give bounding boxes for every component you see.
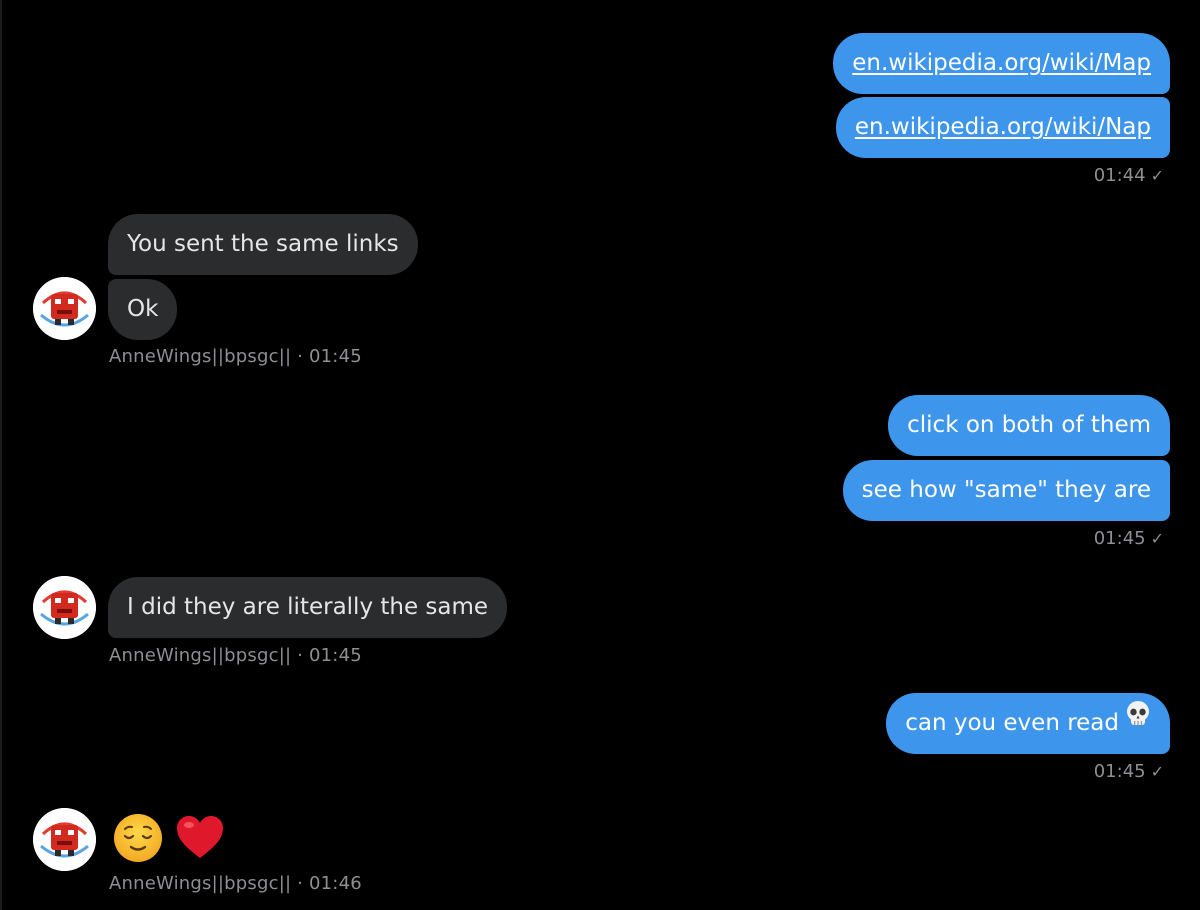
incoming-message-bubble[interactable]: Ok (108, 279, 178, 340)
message-text: click on both of them (907, 412, 1151, 438)
timestamp-text: 01:45 (1093, 528, 1146, 549)
timestamp-text: 01:44 (1093, 165, 1146, 186)
sent-check-icon: ✓ (1150, 166, 1164, 185)
avatar[interactable] (33, 576, 96, 639)
timestamp-text: 01:45 (1093, 761, 1146, 782)
message-timestamp: 01:45 ✓ (1094, 528, 1164, 549)
outgoing-message-bubble[interactable]: see how "same" they are (842, 460, 1170, 521)
message-text: I did they are literally the same (127, 594, 489, 620)
message-link[interactable]: en.wikipedia.org/wiki/Map (852, 50, 1151, 76)
message-sender-meta: AnneWings||bpsgc|| · 01:46 (109, 873, 362, 894)
red-heart-emoji-icon (174, 812, 226, 868)
incoming-message-bubble[interactable]: You sent the same links (108, 214, 418, 275)
message-timestamp: 01:44 ✓ (1094, 165, 1164, 186)
avatar-icon (33, 808, 96, 871)
message-text: You sent the same links (127, 231, 399, 257)
message-sender-meta: AnneWings||bpsgc|| · 01:45 (109, 645, 362, 666)
emoji-message[interactable] (112, 812, 226, 868)
sent-check-icon: ✓ (1150, 762, 1164, 781)
avatar[interactable] (33, 808, 96, 871)
sent-check-icon: ✓ (1150, 529, 1164, 548)
chat-thread: en.wikipedia.org/wiki/Map en.wikipedia.o… (0, 0, 1200, 910)
skull-emoji-icon (1125, 691, 1151, 752)
message-link[interactable]: en.wikipedia.org/wiki/Nap (855, 114, 1151, 140)
message-sender-meta: AnneWings||bpsgc|| · 01:45 (109, 346, 362, 367)
avatar-icon (33, 576, 96, 639)
message-timestamp: 01:45 ✓ (1094, 761, 1164, 782)
avatar-icon (33, 277, 96, 340)
outgoing-message-bubble[interactable]: en.wikipedia.org/wiki/Nap (835, 97, 1170, 158)
outgoing-message-bubble[interactable]: en.wikipedia.org/wiki/Map (833, 33, 1170, 94)
outgoing-message-bubble[interactable]: can you even read (886, 693, 1170, 754)
message-text: Ok (127, 296, 159, 322)
divider (0, 0, 2, 910)
message-text: see how "same" they are (861, 477, 1151, 503)
relieved-face-emoji-icon (112, 812, 164, 868)
incoming-message-bubble[interactable]: I did they are literally the same (108, 577, 508, 638)
avatar[interactable] (33, 277, 96, 340)
outgoing-message-bubble[interactable]: click on both of them (888, 395, 1170, 456)
message-text: can you even read (905, 710, 1119, 736)
